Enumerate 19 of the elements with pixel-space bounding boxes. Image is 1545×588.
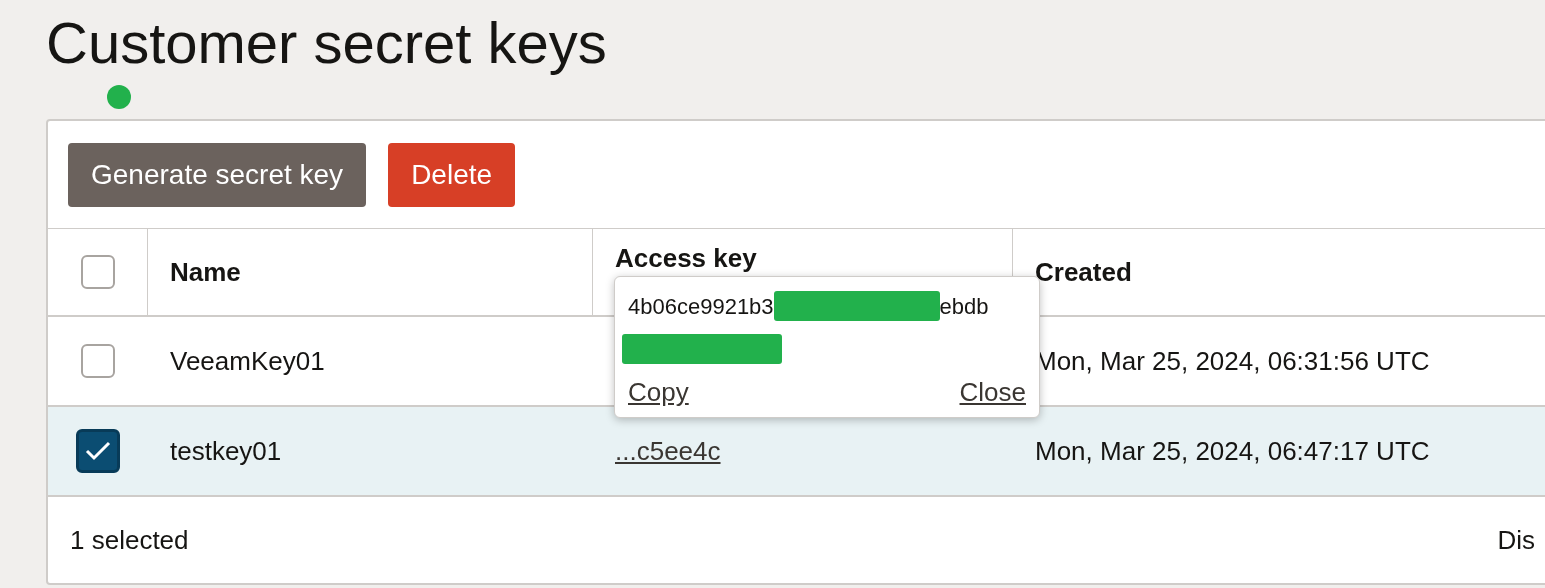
table-row[interactable]: testkey01 ...c5ee4c Mon, Mar 25, 2024, 06:47:17 UTC	[48, 407, 1545, 497]
name-cell-text: testkey01	[170, 434, 282, 468]
key-text: ebdb	[939, 292, 989, 321]
column-header[interactable]: Created	[1035, 252, 1132, 292]
check-icon	[85, 441, 111, 461]
generate-button[interactable]: Generate secret key	[68, 142, 367, 207]
footer-text: Dis	[1497, 523, 1535, 557]
name-cell-text: VeeamKey01	[170, 344, 325, 378]
column-header[interactable]: Name	[170, 252, 241, 292]
checkbox[interactable]	[80, 255, 115, 289]
page-title: Customer secret keys	[46, 12, 608, 74]
delete-button[interactable]: Delete	[388, 142, 516, 207]
checkbox[interactable]	[81, 344, 115, 378]
selection-count: 1 selected	[70, 523, 189, 557]
key-text: 4b06ce9921b3	[628, 292, 774, 321]
column-header[interactable]: Access key	[615, 239, 757, 278]
access-key-link[interactable]: ...c5ee4c	[615, 431, 721, 471]
created-cell-text: Mon, Mar 25, 2024, 06:47:17 UTC	[1035, 434, 1430, 468]
checkbox[interactable]	[76, 429, 120, 473]
